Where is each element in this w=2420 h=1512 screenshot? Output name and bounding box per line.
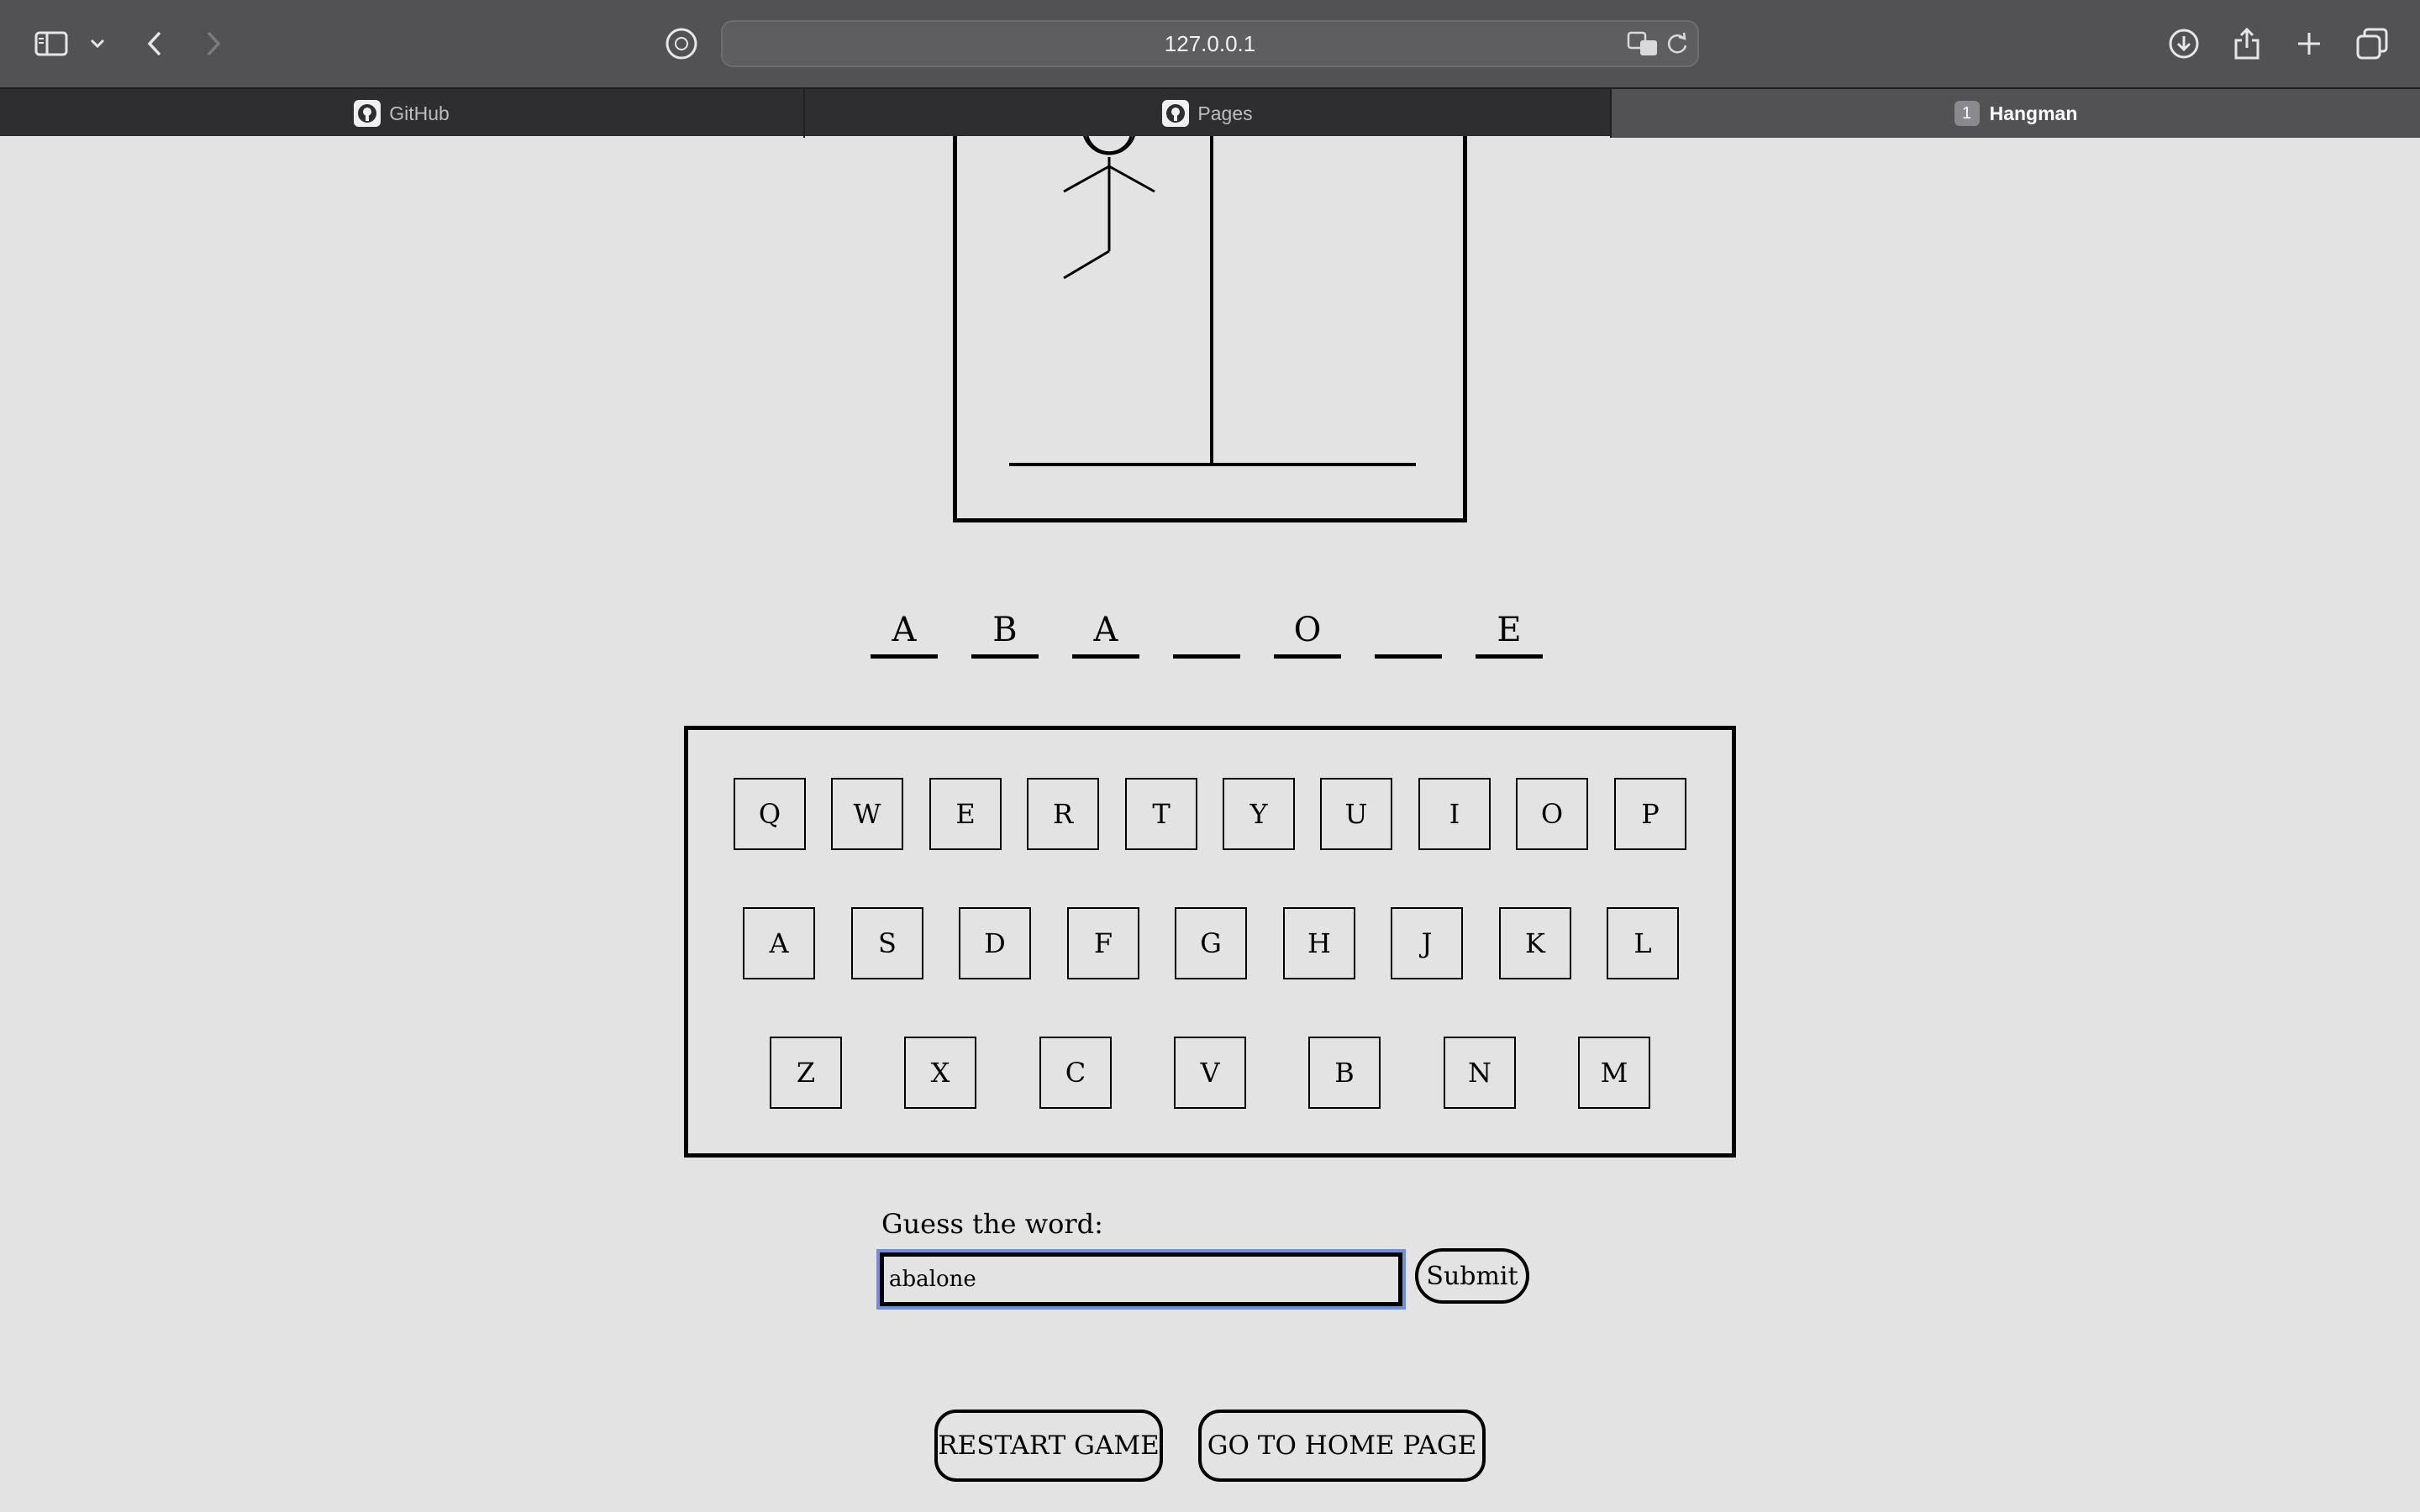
key-m[interactable]: M [1578,1037,1650,1109]
letter-slot: A [1072,591,1139,659]
key-x[interactable]: X [904,1037,976,1109]
share-icon[interactable] [2230,18,2264,69]
chevron-down-icon[interactable] [87,18,108,69]
key-l[interactable]: L [1607,907,1679,979]
key-a[interactable]: A [743,907,815,979]
back-button[interactable] [139,18,170,69]
key-o[interactable]: O [1516,778,1588,850]
reload-icon[interactable] [1665,30,1689,63]
key-d[interactable]: D [959,907,1031,979]
duckduckgo-icon[interactable] [664,18,699,69]
tab-hangman[interactable]: 1 Hangman [1612,89,2420,138]
tab-github[interactable]: GitHub [0,89,805,138]
url-text: 127.0.0.1 [1164,30,1256,56]
tab-label: GitHub [389,102,450,124]
key-r[interactable]: R [1027,778,1099,850]
key-t[interactable]: T [1125,778,1197,850]
key-s[interactable]: S [851,907,923,979]
letter-slot: E [1476,591,1543,659]
key-e[interactable]: E [929,778,1002,850]
key-w[interactable]: W [831,778,903,850]
key-b[interactable]: B [1308,1037,1381,1109]
letter-slot: B [971,591,1039,659]
letter-keyboard: Q W E R T Y U I O P A S D F G H J K L Z … [684,726,1736,1158]
key-u[interactable]: U [1320,778,1392,850]
tab-label: Pages [1197,102,1253,124]
key-q[interactable]: Q [734,778,806,850]
submit-button[interactable]: Submit [1415,1248,1529,1304]
letter-slot [1375,591,1442,659]
page-content: A B A O E Q W E R T Y U I O P A S D F G … [0,136,2420,1512]
github-icon [1162,100,1190,127]
sidebar-icon[interactable] [30,18,72,69]
key-f[interactable]: F [1067,907,1139,979]
guess-label: Guess the word: [881,1208,1103,1240]
word-display: A B A O E [871,591,1549,659]
tabs-overview-icon[interactable] [2354,18,2390,69]
key-h[interactable]: H [1283,907,1355,979]
download-icon[interactable] [2166,18,2202,69]
browser-toolbar: 127.0.0.1 [0,0,2420,87]
key-c[interactable]: C [1039,1037,1112,1109]
guess-input[interactable] [876,1249,1406,1310]
letter-slot: O [1274,591,1341,659]
forward-button[interactable] [198,18,229,69]
tab-pages[interactable]: Pages [805,89,1612,138]
key-p[interactable]: P [1614,778,1686,850]
key-k[interactable]: K [1499,907,1571,979]
tab-number-badge: 1 [1954,101,1980,126]
key-j[interactable]: J [1391,907,1463,979]
home-page-button[interactable]: GO TO HOME PAGE [1198,1410,1486,1482]
plus-icon[interactable] [2292,18,2326,69]
hangman-drawing [953,136,1467,522]
github-icon [354,100,381,127]
key-g[interactable]: G [1175,907,1247,979]
letter-slot: A [871,591,938,659]
address-bar[interactable]: 127.0.0.1 [721,20,1699,67]
tab-bar: GitHub Pages 1 Hangman [0,87,2420,138]
key-z[interactable]: Z [770,1037,842,1109]
key-i[interactable]: I [1418,778,1491,850]
key-v[interactable]: V [1174,1037,1246,1109]
key-y[interactable]: Y [1223,778,1295,850]
restart-game-button[interactable]: RESTART GAME [934,1410,1163,1482]
gallows-illustration [1009,136,1416,466]
key-n[interactable]: N [1444,1037,1516,1109]
translate-icon[interactable] [1627,30,1660,65]
letter-slot [1173,591,1240,659]
tab-label: Hangman [1989,102,2078,124]
